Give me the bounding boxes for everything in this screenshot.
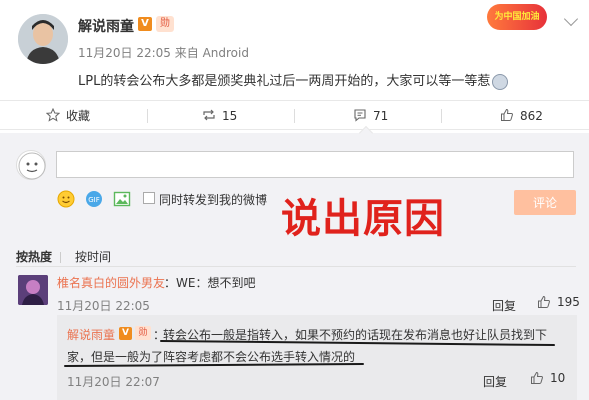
author-name[interactable]: 解说雨童	[78, 16, 134, 36]
comment-like-button[interactable]: 195	[537, 295, 580, 309]
svg-text:GIF: GIF	[88, 196, 100, 204]
reply-like-count: 10	[550, 371, 566, 385]
campaign-banner[interactable]: 为中国加油	[487, 4, 547, 30]
sort-by-hot-tab[interactable]: 按热度	[16, 250, 52, 264]
thumbs-up-icon	[538, 295, 550, 308]
gif-icon[interactable]: GIF	[85, 190, 103, 208]
repost-count: 15	[222, 109, 238, 123]
favorite-label: 收藏	[66, 109, 91, 123]
chevron-down-icon[interactable]	[563, 11, 579, 27]
post-source: 来自 Android	[174, 46, 249, 60]
sort-tabs: 按热度 按时间	[16, 248, 111, 265]
comment-reply-button[interactable]: 回复	[492, 297, 516, 314]
thumbs-up-icon	[501, 108, 513, 121]
comment-like-count: 195	[557, 295, 580, 309]
post-text: LPL的转会公布大多都是颁奖典礼过后一两周开始的，大家可以等一等惹	[78, 70, 509, 90]
repost-icon	[203, 109, 215, 121]
comment-input[interactable]	[56, 151, 574, 178]
action-bar: 收藏 15 71 862	[0, 100, 589, 130]
post-time[interactable]: 11月20日 22:05	[78, 46, 171, 60]
commenter-avatar[interactable]	[18, 275, 48, 305]
sort-divider	[60, 252, 62, 263]
emoji-picker-icon[interactable]	[57, 190, 75, 208]
post-text-content: LPL的转会公布大多都是颁奖典礼过后一两周开始的，大家可以等一等惹	[78, 74, 491, 89]
favorite-button[interactable]: 收藏	[46, 101, 90, 131]
image-icon[interactable]	[113, 190, 131, 208]
submit-comment-button[interactable]: 评论	[514, 190, 576, 215]
comment-time: 11月20日 22:05	[57, 299, 150, 313]
my-avatar	[16, 150, 46, 180]
repost-button[interactable]: 15	[202, 101, 237, 131]
medal-icon: 勋	[135, 326, 151, 340]
verified-icon: V	[119, 327, 132, 340]
divider	[16, 266, 576, 267]
like-count: 862	[520, 109, 543, 123]
post-meta: 11月20日 22:05 来自 Android	[78, 44, 249, 61]
verified-icon: V	[138, 17, 152, 31]
reply-reply-button[interactable]: 回复	[483, 373, 507, 390]
comment-count: 71	[373, 109, 389, 123]
medal-icon: 勋	[156, 16, 174, 32]
author-avatar[interactable]	[18, 14, 68, 64]
thumbs-up-icon	[531, 371, 543, 384]
sort-by-time-tab[interactable]: 按时间	[75, 250, 111, 264]
reply-author-name[interactable]: 解说雨童	[67, 326, 115, 343]
like-button[interactable]: 862	[500, 101, 543, 131]
overlay-caption: 说出原因	[281, 196, 445, 242]
comment-button[interactable]: 71	[353, 101, 388, 131]
reply-time: 11月20日 22:07	[67, 375, 160, 389]
commenter-name[interactable]: 椎名真白的圆外男友	[57, 274, 165, 291]
star-icon	[46, 108, 60, 122]
comment-icon	[354, 109, 366, 122]
comment-text: ：WE：想不到吧	[164, 276, 256, 290]
also-repost-checkbox[interactable]	[143, 192, 155, 204]
also-repost-label[interactable]: 同时转发到我的微博	[159, 191, 267, 208]
reply-like-button[interactable]: 10	[530, 371, 565, 385]
emoji-icon	[492, 73, 509, 90]
